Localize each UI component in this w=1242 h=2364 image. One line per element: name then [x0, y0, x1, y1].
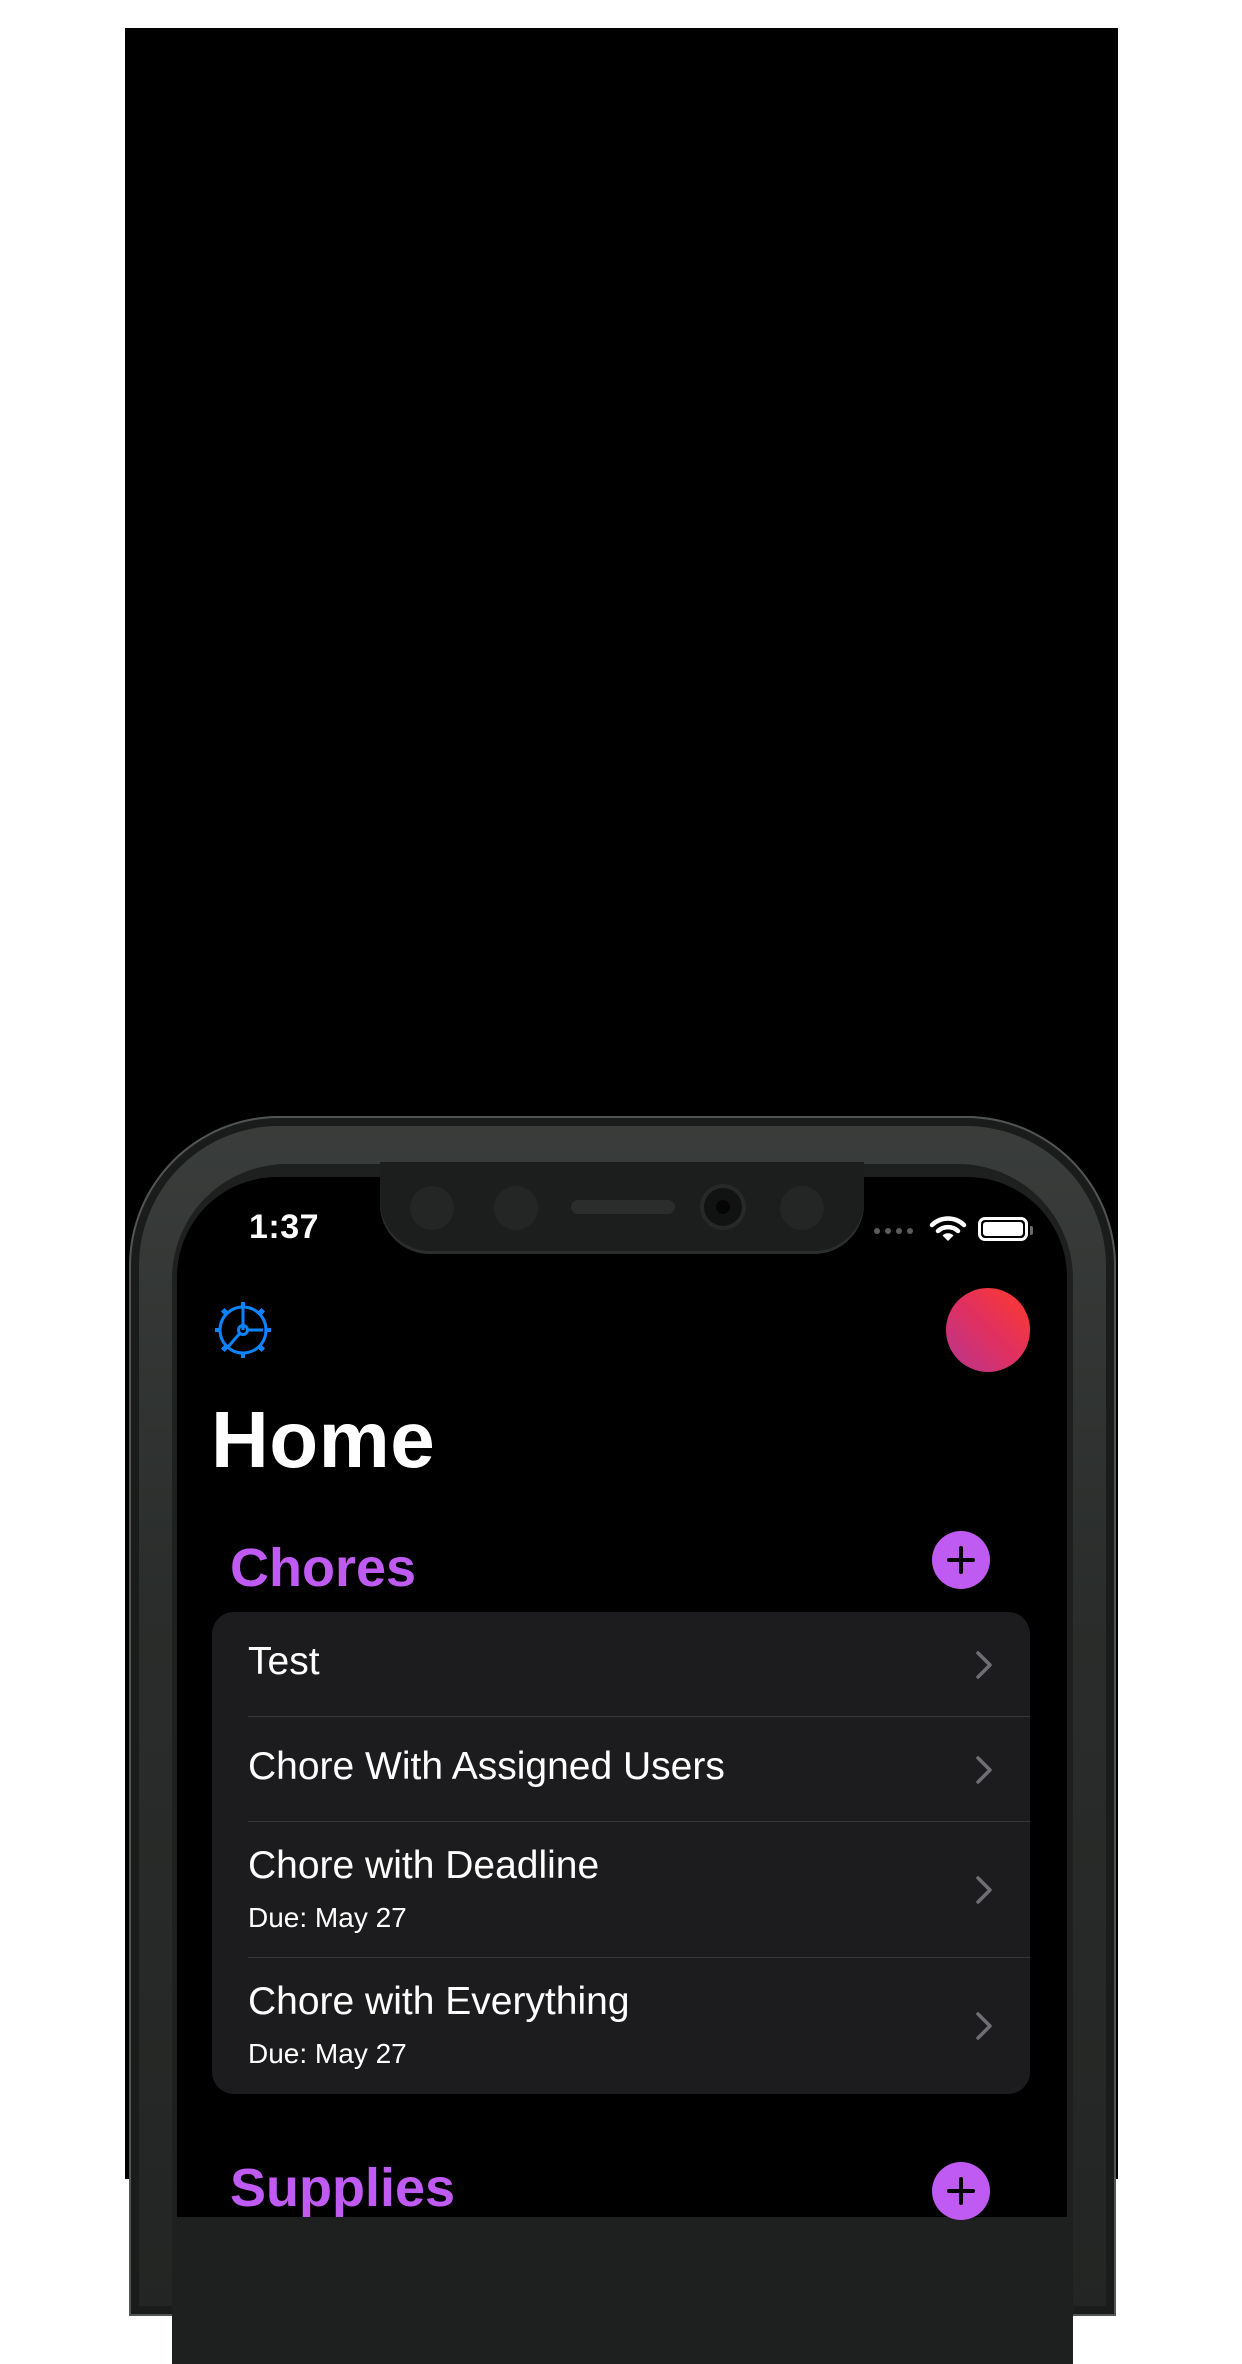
row-title: Chore with Everything — [248, 1980, 630, 2023]
row-due-date: Due: May 27 — [248, 2038, 407, 2069]
sensor-dot — [780, 1186, 824, 1230]
add-supply-button[interactable] — [932, 2162, 990, 2220]
earpiece-speaker — [571, 1200, 675, 1214]
chore-row-assigned-users[interactable]: Chore With Assigned Users — [212, 1717, 1030, 1822]
profile-avatar[interactable] — [946, 1288, 1030, 1372]
chevron-right-icon — [976, 1756, 992, 1784]
battery-icon — [978, 1217, 1033, 1241]
row-title: Chore with Deadline — [248, 1844, 600, 1887]
cellular-signal-icon — [874, 1228, 913, 1234]
sensor-dot — [410, 1186, 454, 1230]
chores-list: Test Chore With Assigned Users Chore wit… — [212, 1612, 1030, 2094]
section-title-supplies: Supplies — [230, 2158, 456, 2218]
row-title: Chore With Assigned Users — [248, 1745, 725, 1788]
chore-row-everything[interactable]: Chore with Everything Due: May 27 — [212, 1958, 1030, 2094]
battery-level — [983, 1222, 1023, 1236]
wifi-icon — [929, 1216, 967, 1241]
notch — [380, 1162, 864, 1254]
chevron-right-icon — [976, 1651, 992, 1679]
chore-row-test[interactable]: Test — [212, 1612, 1030, 1717]
chevron-right-icon — [976, 2012, 992, 2040]
chevron-right-icon — [976, 1876, 992, 1904]
status-time: 1:37 — [249, 1208, 320, 1246]
row-title: Test — [248, 1640, 320, 1683]
page-title: Home — [211, 1395, 436, 1484]
front-camera — [704, 1188, 742, 1226]
status-icons — [874, 1214, 1034, 1244]
gear-icon[interactable] — [213, 1300, 273, 1360]
section-title-chores: Chores — [230, 1538, 417, 1598]
add-chore-button[interactable] — [932, 1531, 990, 1589]
chore-row-deadline[interactable]: Chore with Deadline Due: May 27 — [212, 1822, 1030, 1958]
row-due-date: Due: May 27 — [248, 1902, 407, 1933]
sensor-dot — [494, 1186, 538, 1230]
